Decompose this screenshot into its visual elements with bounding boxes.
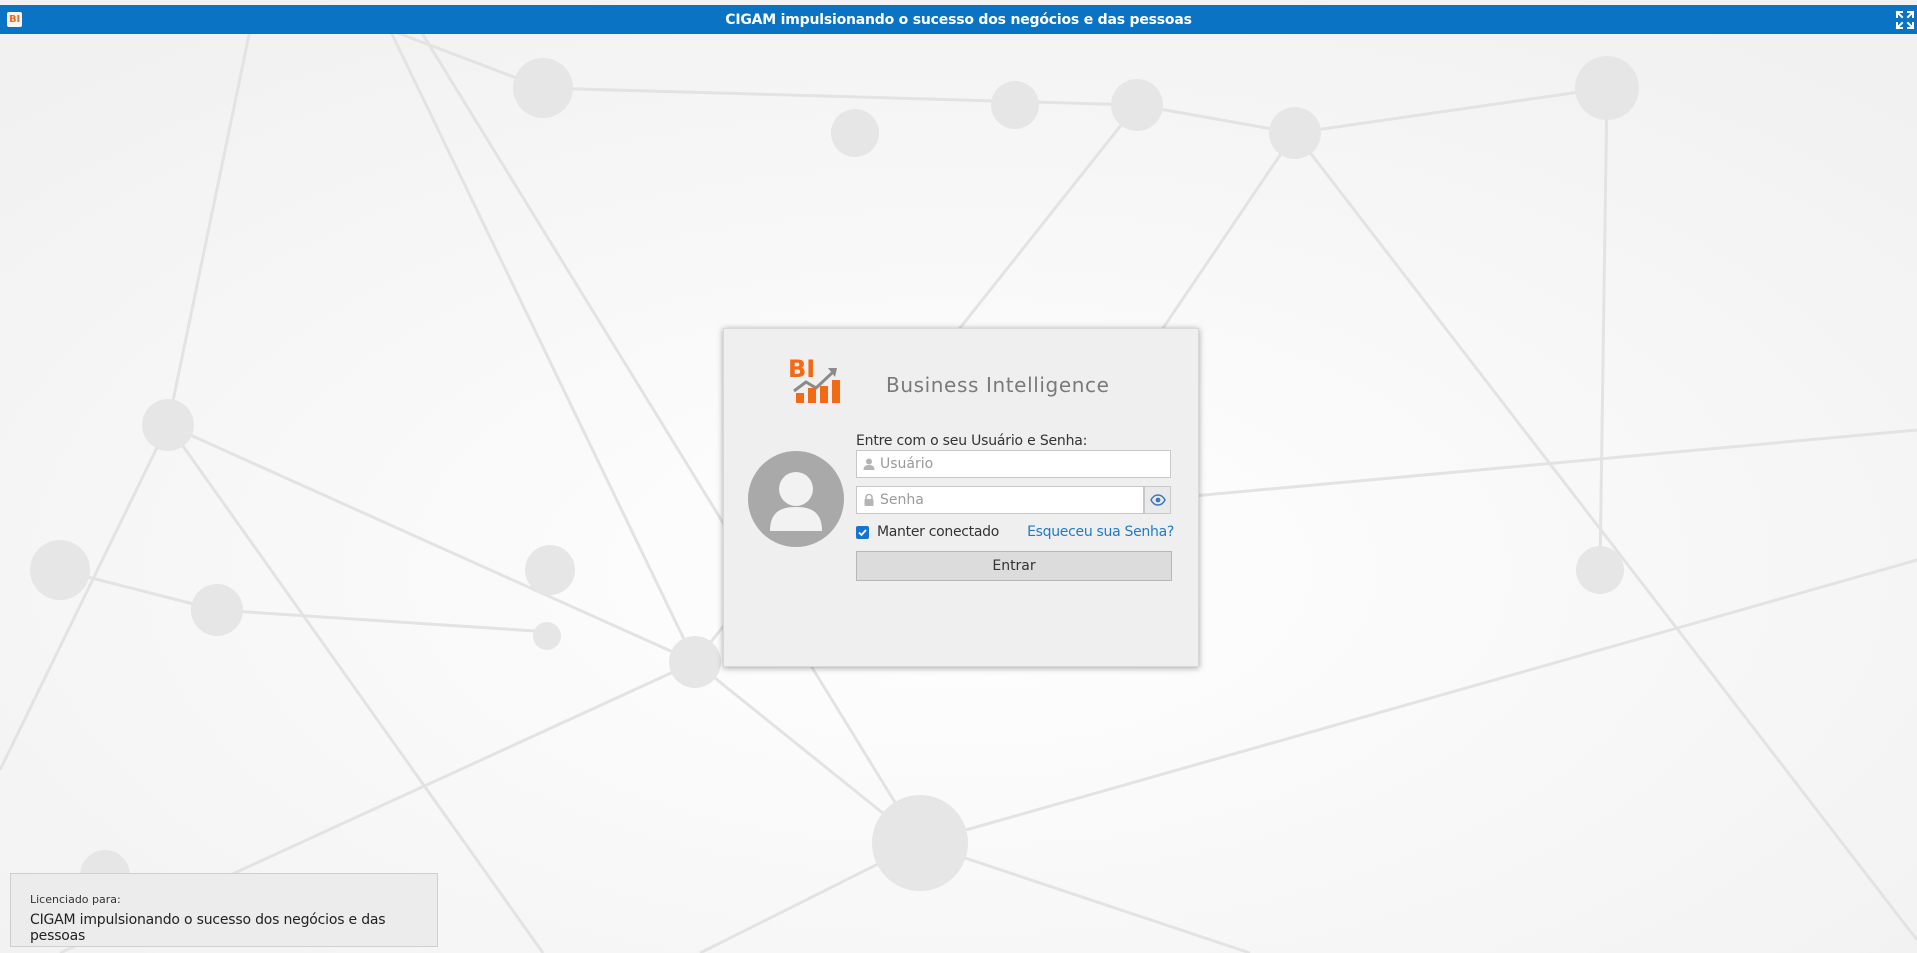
brand-title: Business Intelligence [886,373,1110,397]
title-bar: BI CIGAM impulsionando o sucesso dos neg… [0,5,1917,34]
login-page: BI CIGAM impulsionando o sucesso dos neg… [0,0,1917,953]
login-prompt: Entre com o seu Usuário e Senha: [856,433,1088,449]
checkmark-icon [858,528,867,536]
username-field[interactable] [856,450,1171,478]
password-input[interactable] [880,492,1143,508]
expand-icon[interactable] [1894,9,1916,31]
remember-checkbox[interactable] [856,525,869,539]
user-avatar-icon [748,451,844,547]
user-icon [863,458,875,470]
app-title: CIGAM impulsionando o sucesso dos negóci… [725,11,1192,28]
license-box: Licenciado para: CIGAM impulsionando o s… [10,873,438,947]
bi-brand-logo: BI [786,355,842,403]
license-value: CIGAM impulsionando o sucesso dos negóci… [30,912,386,944]
username-input[interactable] [880,456,1170,472]
remember-label: Manter conectado [877,524,1000,540]
forgot-password-link[interactable]: Esqueceu sua Senha? [1027,524,1174,540]
lock-icon [864,493,874,506]
show-password-button[interactable] [1144,486,1171,514]
login-button[interactable]: Entrar [856,551,1172,581]
password-field[interactable] [856,486,1144,514]
bi-logo-icon: BI [7,12,22,27]
eye-icon [1149,494,1166,506]
license-label: Licenciado para: [30,893,121,906]
login-card: BI Business Intelligence Entre com o seu… [723,328,1199,667]
remember-row: Manter conectado Esqueceu sua Senha? [856,522,1174,542]
svg-text:BI: BI [788,355,815,383]
